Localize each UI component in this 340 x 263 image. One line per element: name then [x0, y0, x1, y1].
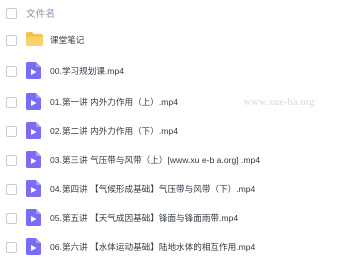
- row-checkbox[interactable]: [6, 213, 17, 224]
- folder-icon: [26, 32, 43, 46]
- row-checkbox[interactable]: [6, 184, 17, 195]
- row-checkbox[interactable]: [6, 35, 17, 46]
- video-icon: [26, 180, 41, 197]
- watermark: www.xue-ba.org: [244, 97, 315, 108]
- list-item-video[interactable]: 03.第三讲 气压带与风带（上）[www.xu e-b a.org] .mp4: [0, 145, 340, 176]
- row-checkbox[interactable]: [6, 155, 17, 166]
- file-name: 05.第五讲 【天气成因基础】锋面与锋面雨带.mp4: [50, 213, 239, 223]
- file-name: 课堂笔记: [50, 35, 85, 45]
- list-item-video[interactable]: 05.第五讲 【天气成因基础】锋面与锋面雨带.mp4: [0, 203, 340, 234]
- file-name: 02.第二讲 内外力作用（下）.mp4: [50, 126, 178, 136]
- list-item-video[interactable]: 02.第二讲 内外力作用（下）.mp4: [0, 116, 340, 147]
- file-name: 06.第六讲 【水体运动基础】陆地水体的相互作用.mp4: [50, 242, 256, 252]
- select-all-checkbox[interactable]: [6, 8, 17, 19]
- file-name: 04.第四讲 【气候形成基础】气压带与风带（下）.mp4: [50, 184, 256, 194]
- arrow-up-icon[interactable]: ↑: [50, 6, 55, 16]
- list-item-video[interactable]: 06.第六讲 【水体运动基础】陆地水体的相互作用.mp4: [0, 232, 340, 263]
- row-checkbox[interactable]: [6, 66, 17, 77]
- video-icon: [26, 122, 41, 139]
- video-icon: [26, 238, 41, 255]
- row-checkbox[interactable]: [6, 97, 17, 108]
- video-icon: [26, 151, 41, 168]
- file-name: 01.第一讲 内外力作用（上）.mp4: [50, 97, 178, 107]
- video-icon: [26, 93, 41, 110]
- list-item-folder[interactable]: 课堂笔记: [0, 25, 340, 56]
- list-header: 文件名 ↑: [0, 0, 340, 28]
- file-list: 文件名 ↑ 课堂笔记 00.学习规划课.mp4 01.第一讲 内外力作用（上）.…: [0, 0, 340, 255]
- video-icon: [26, 209, 41, 226]
- list-item-video[interactable]: 04.第四讲 【气候形成基础】气压带与风带（下）.mp4: [0, 174, 340, 205]
- video-icon: [26, 62, 41, 79]
- list-item-video[interactable]: 00.学习规划课.mp4: [0, 56, 340, 87]
- file-name: 03.第三讲 气压带与风带（上）[www.xu e-b a.org] .mp4: [50, 155, 261, 165]
- file-name: 00.学习规划课.mp4: [50, 66, 125, 76]
- row-checkbox[interactable]: [6, 242, 17, 253]
- row-checkbox[interactable]: [6, 126, 17, 137]
